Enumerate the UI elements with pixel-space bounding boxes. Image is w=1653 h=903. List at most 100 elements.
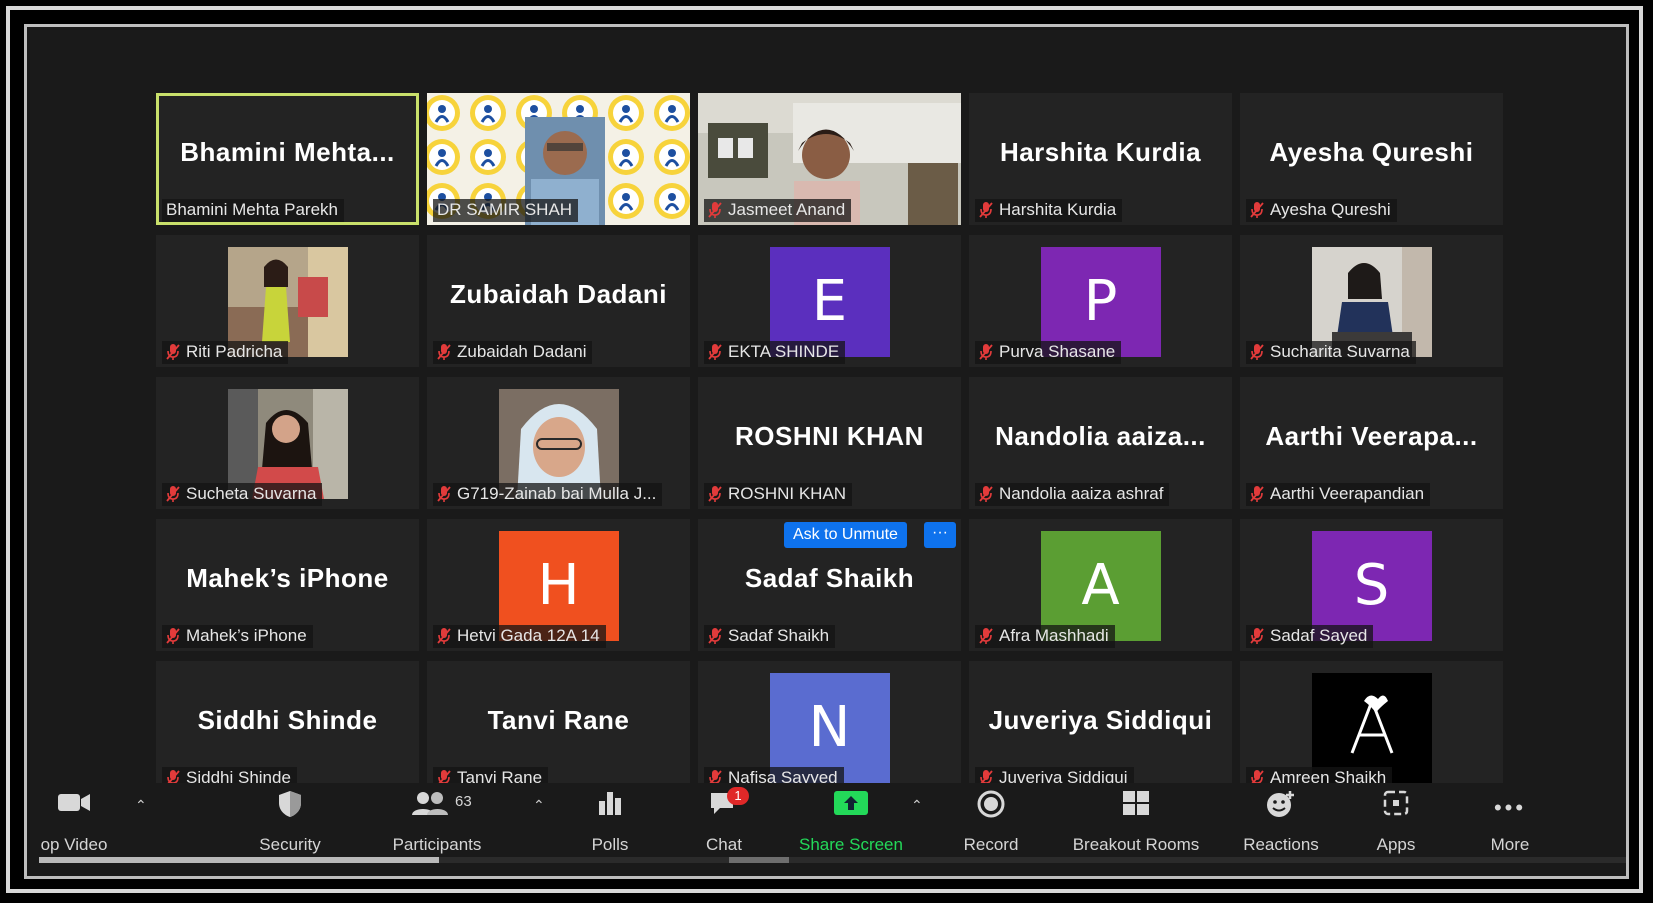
participant-tile[interactable]: Sucharita Suvarna: [1240, 235, 1503, 367]
gallery-view-grid: Bhamini Mehta... Bhamini Mehta Parekh DR S…: [156, 93, 1503, 793]
participant-display-name: Siddhi Shinde: [197, 705, 378, 735]
muted-microphone-icon: [1250, 485, 1264, 503]
participant-name-label: Mahek’s iPhone: [162, 625, 313, 648]
participant-name-label: Aarthi Veerapandian: [1246, 483, 1431, 506]
participant-tile[interactable]: Jasmeet Anand: [698, 93, 961, 225]
participant-name-text: Harshita Kurdia: [999, 200, 1117, 219]
apps-label: Apps: [1376, 835, 1416, 854]
participant-name-label: Sadaf Sayed: [1246, 625, 1374, 648]
muted-microphone-icon: [708, 485, 722, 503]
participant-name-label: Nandolia aaiza ashraf: [975, 483, 1170, 506]
participant-more-button[interactable]: ···: [924, 522, 956, 548]
participant-name-label: Sucharita Suvarna: [1246, 341, 1416, 364]
participant-name-text: Mahek’s iPhone: [186, 626, 307, 645]
participant-tile[interactable]: S Sadaf Sayed: [1240, 519, 1503, 651]
participants-label: Participants: [392, 835, 482, 854]
more-button[interactable]: ••• More: [1475, 783, 1545, 863]
breakout-rooms-label: Breakout Rooms: [1072, 835, 1200, 854]
participant-tile[interactable]: Harshita Kurdia Harshita Kurdia: [969, 93, 1232, 225]
participant-name-text: G719-Zainab bai Mulla J...: [457, 484, 657, 503]
participant-name-text: Jasmeet Anand: [728, 200, 846, 219]
participant-tile[interactable]: ROSHNI KHAN ROSHNI KHAN: [698, 377, 961, 509]
muted-microphone-icon: [437, 627, 451, 645]
smiley-plus-icon: [1265, 789, 1297, 824]
participant-name-label: Hetvi Gada 12A 14: [433, 625, 606, 648]
participant-tile[interactable]: Nandolia aaiza... Nandolia aaiza ashraf: [969, 377, 1232, 509]
muted-microphone-icon: [708, 343, 722, 361]
muted-microphone-icon: [979, 343, 993, 361]
participant-display-name: Sadaf Shaikh: [744, 563, 915, 593]
participant-tile[interactable]: Amreen Shaikh: [1240, 661, 1503, 793]
share-screen-arrow-icon: [833, 789, 869, 822]
polls-label: Polls: [591, 835, 629, 854]
share-options-caret-icon[interactable]: ⌃: [911, 797, 923, 814]
participant-display-name: ROSHNI KHAN: [735, 421, 924, 451]
breakout-rooms-icon: [1121, 789, 1151, 822]
muted-microphone-icon: [979, 201, 993, 219]
participant-display-name: Aarthi Veerapa...: [1265, 421, 1478, 451]
participant-tile[interactable]: Siddhi Shinde Siddhi Shinde: [156, 661, 419, 793]
apps-icon: [1382, 789, 1410, 822]
muted-microphone-icon: [1250, 343, 1264, 361]
participant-tile[interactable]: Ayesha Qureshi Ayesha Qureshi: [1240, 93, 1503, 225]
participant-name-text: ROSHNI KHAN: [728, 484, 847, 503]
participant-name-text: Ayesha Qureshi: [1270, 200, 1391, 219]
participant-name-label: Harshita Kurdia: [975, 199, 1123, 222]
participant-name-label: Sadaf Shaikh: [704, 625, 836, 648]
participants-options-caret-icon[interactable]: ⌃: [533, 797, 545, 814]
muted-microphone-icon: [708, 201, 722, 219]
stop-video-label: op Video: [40, 835, 108, 854]
chat-unread-badge: 1: [727, 787, 749, 805]
participant-name-label: Jasmeet Anand: [704, 199, 852, 222]
participant-name-text: Hetvi Gada 12A 14: [457, 626, 600, 645]
bar-chart-icon: [596, 789, 624, 822]
participant-tile[interactable]: Tanvi Rane Tanvi Rane: [427, 661, 690, 793]
muted-microphone-icon: [708, 627, 722, 645]
ask-to-unmute-button[interactable]: Ask to Unmute: [784, 522, 907, 548]
muted-microphone-icon: [1250, 627, 1264, 645]
muted-microphone-icon: [979, 627, 993, 645]
participant-tile[interactable]: Zubaidah Dadani Zubaidah Dadani: [427, 235, 690, 367]
participant-tile[interactable]: Juveriya Siddiqui Juveriya Siddiqui: [969, 661, 1232, 793]
breakout-rooms-button[interactable]: Breakout Rooms: [1061, 783, 1211, 863]
muted-microphone-icon: [166, 627, 180, 645]
participant-tile[interactable]: Bhamini Mehta... Bhamini Mehta Parekh: [156, 93, 419, 225]
participant-tile[interactable]: H Hetvi Gada 12A 14: [427, 519, 690, 651]
participant-name-text: Nandolia aaiza ashraf: [999, 484, 1164, 503]
participant-display-name: Nandolia aaiza...: [995, 421, 1206, 451]
record-button[interactable]: Record: [951, 783, 1031, 863]
participant-display-name: Zubaidah Dadani: [450, 279, 667, 309]
participant-tile[interactable]: A Afra Mashhadi: [969, 519, 1232, 651]
apps-button[interactable]: Apps: [1361, 783, 1431, 863]
participant-name-label: Zubaidah Dadani: [433, 341, 593, 364]
participant-tile[interactable]: N Nafisa Sayyed: [698, 661, 961, 793]
stop-video-button[interactable]: op Video: [27, 783, 129, 863]
participant-name-text: Sadaf Sayed: [1270, 626, 1368, 645]
participant-tile[interactable]: E EKTA SHINDE: [698, 235, 961, 367]
reactions-button[interactable]: Reactions: [1231, 783, 1331, 863]
record-label: Record: [963, 835, 1019, 854]
participant-tile[interactable]: P Purva Shasane: [969, 235, 1232, 367]
chat-label: Chat: [706, 835, 742, 854]
participant-tile[interactable]: Mahek’s iPhone Mahek’s iPhone: [156, 519, 419, 651]
participant-name-label: Sucheta Suvarna: [162, 483, 323, 506]
video-options-caret-icon[interactable]: ⌃: [135, 797, 147, 814]
screenshot-frame-inner: Bhamini Mehta... Bhamini Mehta Parekh DR S…: [24, 24, 1629, 879]
security-button[interactable]: Security: [245, 783, 335, 863]
participant-tile[interactable]: Sucheta Suvarna: [156, 377, 419, 509]
participant-tile[interactable]: Aarthi Veerapa... Aarthi Veerapandian: [1240, 377, 1503, 509]
participant-tile[interactable]: Sadaf Shaikh Ask to Unmute ··· Sadaf Shaikh: [698, 519, 961, 651]
participant-display-name: Ayesha Qureshi: [1269, 137, 1474, 167]
participants-button[interactable]: 63 Participants: [372, 783, 502, 863]
participant-tile[interactable]: G719-Zainab bai Mulla J...: [427, 377, 690, 509]
muted-microphone-icon: [166, 485, 180, 503]
share-screen-button[interactable]: Share Screen: [791, 783, 911, 863]
chat-button[interactable]: 1 Chat: [689, 783, 759, 863]
participant-display-name: Juveriya Siddiqui: [988, 705, 1213, 735]
participant-tile[interactable]: DR SAMIR SHAH: [427, 93, 690, 225]
participant-tile[interactable]: Riti Padricha: [156, 235, 419, 367]
participant-name-text: Purva Shasane: [999, 342, 1116, 361]
polls-button[interactable]: Polls: [575, 783, 645, 863]
participant-name-text: Zubaidah Dadani: [457, 342, 587, 361]
participant-name-label: Bhamini Mehta Parekh: [162, 199, 344, 222]
